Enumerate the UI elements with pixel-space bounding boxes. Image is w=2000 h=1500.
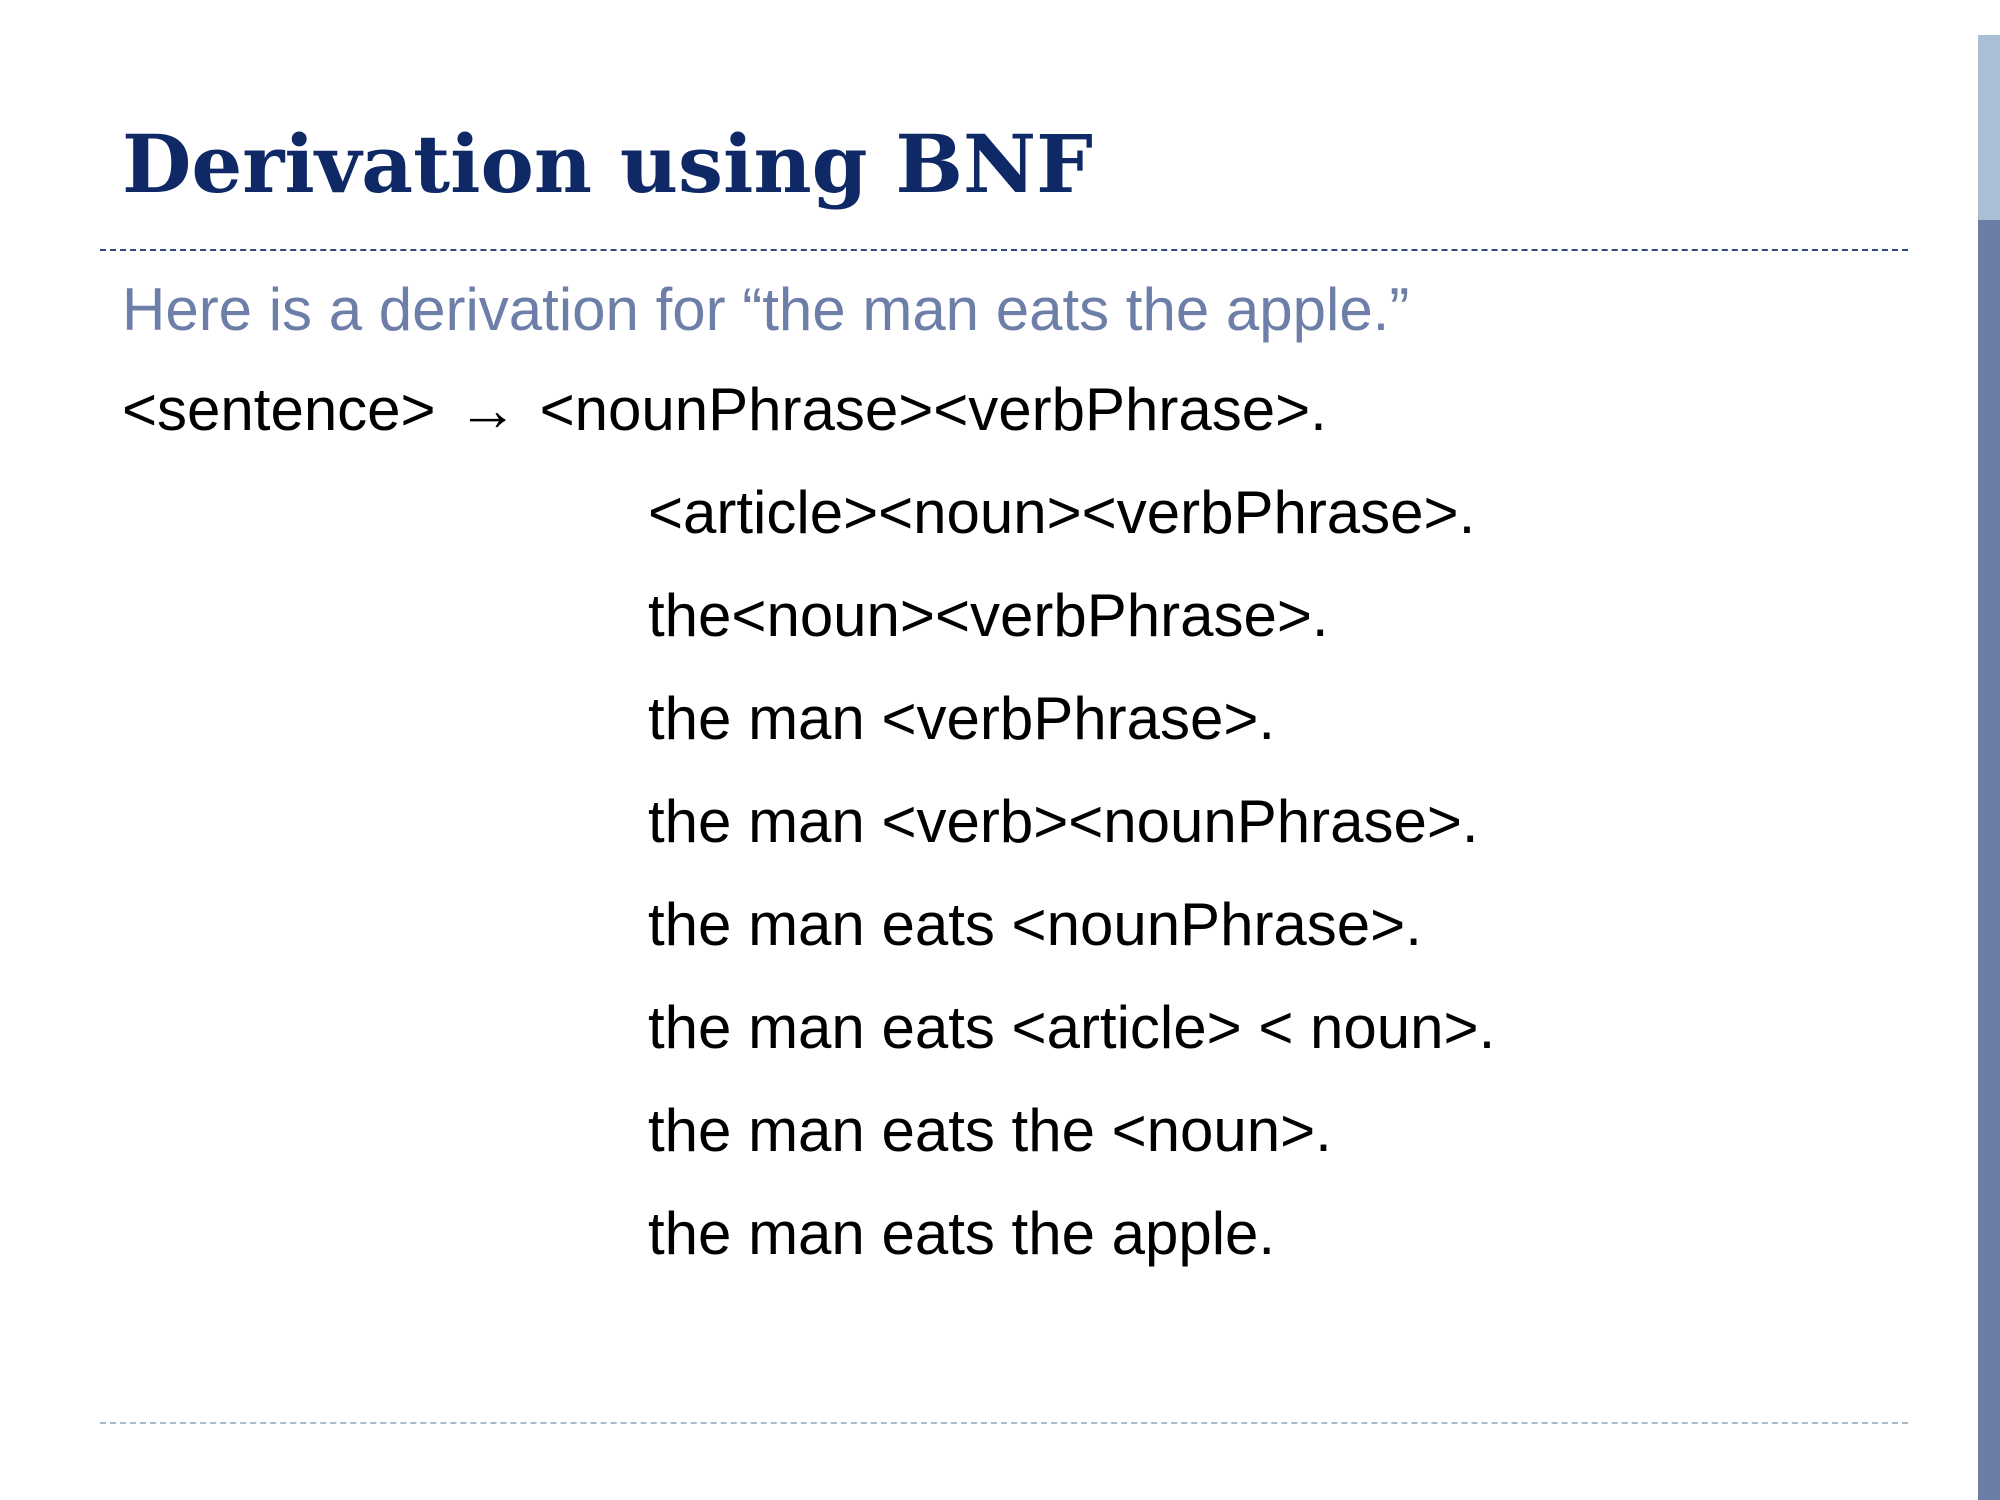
- footer-divider: [100, 1422, 1908, 1424]
- derivation-step: the man eats <article> < noun>.: [648, 994, 1496, 1061]
- derivation-step: the man <verb><nounPhrase>.: [648, 788, 1479, 855]
- derivation-first-step: <nounPhrase><verbPhrase>.: [539, 376, 1327, 443]
- derivation-steps: <article><noun><verbPhrase>. the<noun><v…: [648, 478, 1495, 1302]
- title-divider: [100, 249, 1908, 251]
- derivation-step: the man <verbPhrase>.: [648, 685, 1276, 752]
- side-accent-bar-light: [1978, 35, 2000, 220]
- derivation-start-line: <sentence> → <nounPhrase><verbPhrase>.: [122, 375, 1327, 445]
- derivation-step: the<noun><verbPhrase>.: [648, 582, 1329, 649]
- intro-text: Here is a derivation for “the man eats t…: [122, 276, 1410, 343]
- derivation-step: <article><noun><verbPhrase>.: [648, 479, 1476, 546]
- start-symbol: <sentence>: [122, 376, 436, 443]
- derivation-step: the man eats the apple.: [648, 1200, 1276, 1267]
- slide-title: Derivation using BNF: [122, 117, 1093, 211]
- derivation-step: the man eats <nounPhrase>.: [648, 891, 1422, 958]
- derivation-step: the man eats the <noun>.: [648, 1097, 1332, 1164]
- side-accent-bar-dark: [1978, 220, 2000, 1500]
- derives-arrow-icon: →: [457, 376, 518, 443]
